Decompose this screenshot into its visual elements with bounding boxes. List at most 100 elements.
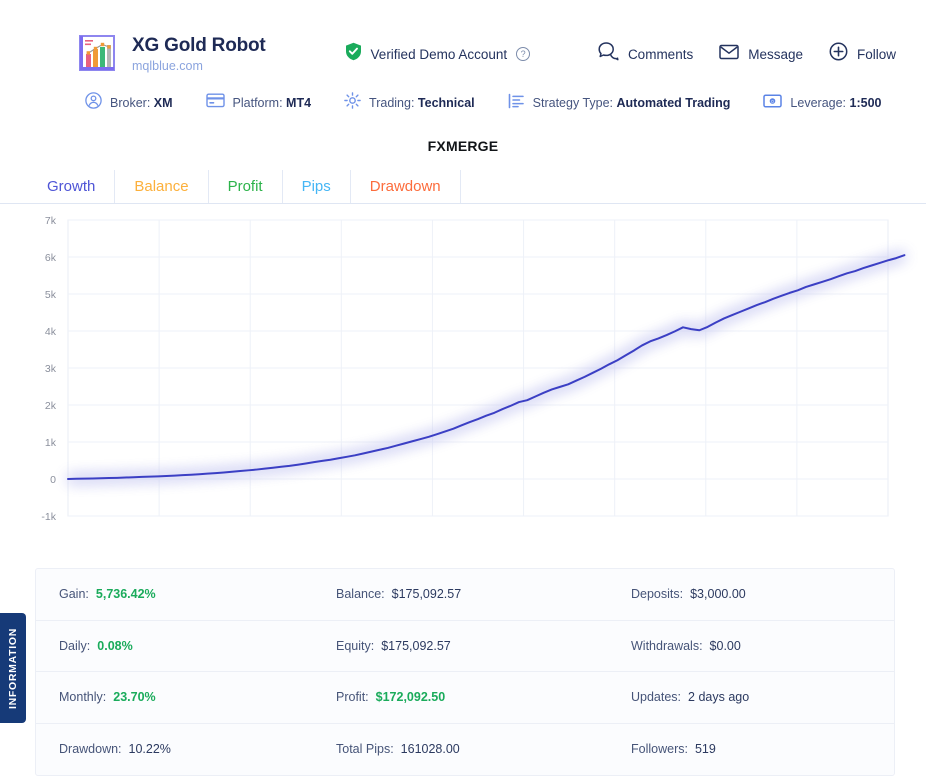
page-header: XG Gold Robot mqlblue.com Verified Demo … xyxy=(0,0,926,86)
stat-daily-key: Daily: xyxy=(59,638,91,653)
tab-growth[interactable]: Growth xyxy=(28,170,116,203)
stat-updates-key: Updates: xyxy=(631,690,682,705)
stat-withdrawals-value: $0.00 xyxy=(709,638,741,653)
verified-demo-account-badge: Verified Demo Account ? xyxy=(345,42,531,66)
svg-text:0: 0 xyxy=(50,474,56,486)
tab-profit[interactable]: Profit xyxy=(209,170,283,203)
table-row: Daily: 0.08% Equity: $175,092.57 Withdra… xyxy=(36,621,894,672)
account-stats-panel: Gain: 5,736.42% Balance: $175,092.57 Dep… xyxy=(35,568,895,776)
user-circle-icon xyxy=(85,92,102,114)
meta-platform-text: Platform: MT4 xyxy=(232,96,312,110)
svg-text:5k: 5k xyxy=(45,289,57,301)
stat-total-pips: Total Pips: 161028.00 xyxy=(336,742,631,756)
tab-balance-label: Balance xyxy=(134,178,189,195)
growth-chart[interactable]: 7k 6k 5k 4k 3k 2k 1k 0 -1k xyxy=(0,208,926,528)
brand[interactable]: XG Gold Robot mqlblue.com xyxy=(78,34,266,74)
tab-drawdown-label: Drawdown xyxy=(369,178,441,195)
tab-pips-label: Pips xyxy=(301,178,331,195)
meta-trading-text: Trading: Technical xyxy=(369,96,475,110)
stat-monthly-value: 23.70% xyxy=(113,690,156,705)
svg-text:4k: 4k xyxy=(45,326,57,338)
tab-growth-label: Growth xyxy=(47,178,96,195)
plus-circle-icon xyxy=(829,42,848,66)
stat-monthly-key: Monthly: xyxy=(59,690,107,705)
meta-strategy-type: Strategy Type: Automated Trading xyxy=(508,93,731,114)
stat-gain-value: 5,736.42% xyxy=(95,587,156,602)
banknote-icon: 0 xyxy=(763,93,783,113)
comments-label: Comments xyxy=(627,46,694,62)
stat-deposits-key: Deposits: xyxy=(631,587,684,602)
bar-chart-logo-icon xyxy=(78,34,118,74)
page-title: XG Gold Robot xyxy=(132,35,266,56)
meta-broker: Broker: XM xyxy=(85,92,173,114)
stat-profit: Profit: $172,092.50 xyxy=(336,690,631,704)
message-button[interactable]: Message xyxy=(719,44,803,65)
chart-section-title: FXMERGE xyxy=(427,138,499,154)
svg-text:1k: 1k xyxy=(45,437,57,449)
stat-followers: Followers: 519 xyxy=(631,742,894,756)
follow-label: Follow xyxy=(856,46,896,62)
tab-profit-label: Profit xyxy=(227,178,263,195)
brand-subtitle: mqlblue.com xyxy=(132,59,203,73)
stat-drawdown-value: 10.22% xyxy=(128,742,171,757)
stat-deposits-value: $3,000.00 xyxy=(690,587,746,602)
table-row: Monthly: 23.70% Profit: $172,092.50 Upda… xyxy=(36,672,894,724)
tab-balance[interactable]: Balance xyxy=(115,170,209,203)
message-label: Message xyxy=(748,46,803,62)
information-side-tab-label: INFORMATION xyxy=(7,627,19,709)
meta-leverage-text: Leverage: 1:500 xyxy=(790,96,882,110)
stat-deposits: Deposits: $3,000.00 xyxy=(631,587,894,601)
stat-balance-value: $175,092.57 xyxy=(391,587,462,602)
table-row: Gain: 5,736.42% Balance: $175,092.57 Dep… xyxy=(36,569,894,621)
stat-balance-key: Balance: xyxy=(336,587,385,602)
stat-profit-value: $172,092.50 xyxy=(375,690,446,705)
meta-platform: Platform: MT4 xyxy=(205,93,312,113)
stat-monthly: Monthly: 23.70% xyxy=(36,690,336,704)
information-side-tab[interactable]: INFORMATION xyxy=(0,613,26,723)
question-mark-icon[interactable]: ? xyxy=(516,47,531,61)
header-actions: Comments Message Follow xyxy=(598,42,896,66)
stat-followers-value: 519 xyxy=(694,742,716,757)
stat-withdrawals-key: Withdrawals: xyxy=(631,638,703,653)
list-lines-icon xyxy=(508,93,525,114)
stat-balance: Balance: $175,092.57 xyxy=(336,587,631,601)
stat-equity: Equity: $175,092.57 xyxy=(336,639,631,653)
stat-withdrawals: Withdrawals: $0.00 xyxy=(631,639,894,653)
stat-equity-value: $175,092.57 xyxy=(381,638,451,653)
table-row: Drawdown: 10.22% Total Pips: 161028.00 F… xyxy=(36,724,894,776)
follow-button[interactable]: Follow xyxy=(829,42,896,66)
stat-daily-value: 0.08% xyxy=(97,638,133,653)
stat-drawdown-key: Drawdown: xyxy=(59,742,122,757)
card-icon xyxy=(205,93,225,113)
comments-icon xyxy=(598,42,619,66)
stat-updates: Updates: 2 days ago xyxy=(631,690,894,704)
account-meta-row: Broker: XM Platform: MT4 Trading: Techni… xyxy=(0,86,926,120)
svg-text:6k: 6k xyxy=(45,252,57,264)
stat-profit-key: Profit: xyxy=(336,690,369,705)
stat-total-pips-key: Total Pips: xyxy=(336,742,394,757)
meta-strategy-text: Strategy Type: Automated Trading xyxy=(532,96,731,110)
svg-text:-1k: -1k xyxy=(41,511,56,523)
stat-gain: Gain: 5,736.42% xyxy=(36,587,336,601)
stat-gain-key: Gain: xyxy=(59,587,89,602)
meta-leverage: 0 Leverage: 1:500 xyxy=(763,93,882,113)
gear-icon xyxy=(344,92,361,114)
tab-drawdown[interactable]: Drawdown xyxy=(351,170,461,203)
tab-pips[interactable]: Pips xyxy=(283,170,351,203)
verified-label: Verified Demo Account xyxy=(370,46,508,62)
envelope-icon xyxy=(719,44,739,65)
meta-broker-text: Broker: XM xyxy=(110,96,173,110)
stat-updates-value: 2 days ago xyxy=(688,690,750,705)
stat-followers-key: Followers: xyxy=(631,742,688,757)
stat-drawdown: Drawdown: 10.22% xyxy=(36,742,336,756)
chart-tabs: Growth Balance Profit Pips Drawdown xyxy=(0,170,926,204)
growth-chart-svg[interactable]: 7k 6k 5k 4k 3k 2k 1k 0 -1k xyxy=(0,208,926,528)
verified-shield-icon xyxy=(345,42,362,66)
meta-trading: Trading: Technical xyxy=(344,92,475,114)
tabs-spacer xyxy=(461,170,926,203)
stat-total-pips-value: 161028.00 xyxy=(400,742,460,757)
svg-text:2k: 2k xyxy=(45,400,57,412)
stat-equity-key: Equity: xyxy=(336,638,375,653)
comments-button[interactable]: Comments xyxy=(598,42,693,66)
svg-text:3k: 3k xyxy=(45,363,57,375)
